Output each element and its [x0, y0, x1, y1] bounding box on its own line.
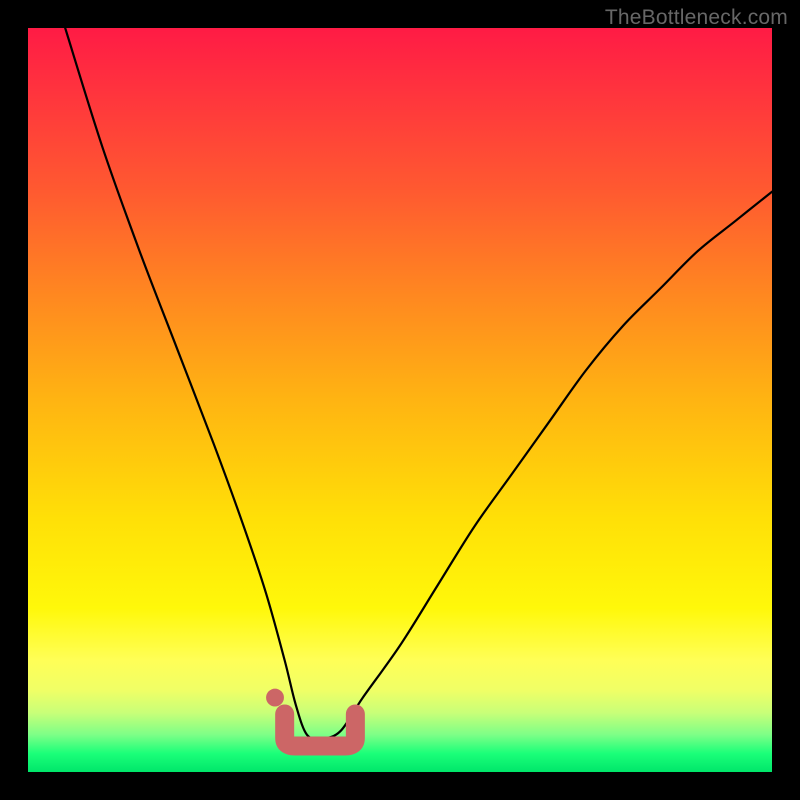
dot-marker [266, 689, 284, 707]
chart-frame: TheBottleneck.com [0, 0, 800, 800]
curve-layer [28, 28, 772, 772]
plot-area [28, 28, 772, 772]
bottleneck-curve [65, 28, 772, 739]
flat-minimum-marker [285, 714, 356, 746]
watermark-text: TheBottleneck.com [605, 6, 788, 30]
